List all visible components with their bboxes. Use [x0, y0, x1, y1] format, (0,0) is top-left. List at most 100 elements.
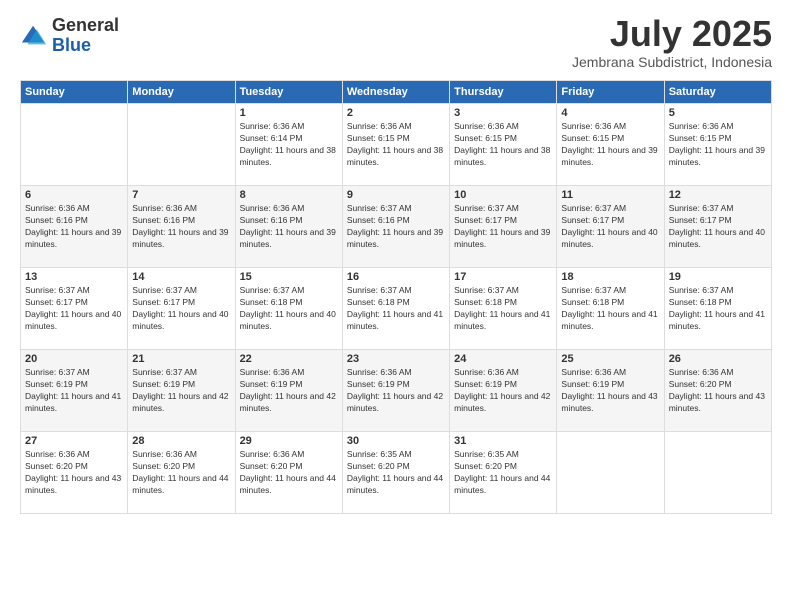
day-info: Sunrise: 6:36 AMSunset: 6:16 PMDaylight:…: [132, 203, 230, 251]
day-number: 29: [240, 435, 338, 447]
day-number: 20: [25, 353, 123, 365]
week-row-3: 20 Sunrise: 6:37 AMSunset: 6:19 PMDayligh…: [21, 350, 772, 432]
day-info: Sunrise: 6:36 AMSunset: 6:20 PMDaylight:…: [25, 449, 123, 497]
week-row-4: 27 Sunrise: 6:36 AMSunset: 6:20 PMDayligh…: [21, 432, 772, 514]
table-row: 8 Sunrise: 6:36 AMSunset: 6:16 PMDaylight…: [235, 186, 342, 268]
title-month: July 2025: [572, 16, 772, 52]
day-info: Sunrise: 6:36 AMSunset: 6:15 PMDaylight:…: [454, 121, 552, 169]
day-info: Sunrise: 6:36 AMSunset: 6:15 PMDaylight:…: [347, 121, 445, 169]
week-row-2: 13 Sunrise: 6:37 AMSunset: 6:17 PMDayligh…: [21, 268, 772, 350]
day-info: Sunrise: 6:37 AMSunset: 6:17 PMDaylight:…: [454, 203, 552, 251]
table-row: 2 Sunrise: 6:36 AMSunset: 6:15 PMDaylight…: [342, 104, 449, 186]
header-wednesday: Wednesday: [342, 81, 449, 104]
page: General Blue July 2025 Jembrana Subdistr…: [0, 0, 792, 612]
day-info: Sunrise: 6:36 AMSunset: 6:16 PMDaylight:…: [240, 203, 338, 251]
day-number: 23: [347, 353, 445, 365]
day-info: Sunrise: 6:36 AMSunset: 6:20 PMDaylight:…: [132, 449, 230, 497]
table-row: 12 Sunrise: 6:37 AMSunset: 6:17 PMDayligh…: [664, 186, 771, 268]
table-row: 10 Sunrise: 6:37 AMSunset: 6:17 PMDayligh…: [450, 186, 557, 268]
table-row: 7Sunrise: 6:36 AMSunset: 6:16 PMDaylight…: [128, 186, 235, 268]
day-info: Sunrise: 6:37 AMSunset: 6:17 PMDaylight:…: [25, 285, 123, 333]
day-info: Sunrise: 6:37 AMSunset: 6:18 PMDaylight:…: [669, 285, 767, 333]
calendar: Sunday Monday Tuesday Wednesday Thursday…: [20, 80, 772, 514]
logo-icon: [20, 22, 48, 50]
table-row: 19 Sunrise: 6:37 AMSunset: 6:18 PMDayligh…: [664, 268, 771, 350]
day-info: Sunrise: 6:36 AMSunset: 6:19 PMDaylight:…: [347, 367, 445, 415]
logo-blue: Blue: [52, 35, 91, 55]
day-number: 1: [240, 107, 338, 119]
table-row: [664, 432, 771, 514]
table-row: 25 Sunrise: 6:36 AMSunset: 6:19 PMDayligh…: [557, 350, 664, 432]
table-row: 11Sunrise: 6:37 AMSunset: 6:17 PMDayligh…: [557, 186, 664, 268]
day-info: Sunrise: 6:37 AMSunset: 6:19 PMDaylight:…: [25, 367, 123, 415]
day-number: 15: [240, 271, 338, 283]
table-row: 13 Sunrise: 6:37 AMSunset: 6:17 PMDayligh…: [21, 268, 128, 350]
day-info: Sunrise: 6:37 AMSunset: 6:18 PMDaylight:…: [240, 285, 338, 333]
week-row-0: 1 Sunrise: 6:36 AMSunset: 6:14 PMDaylight…: [21, 104, 772, 186]
table-row: [128, 104, 235, 186]
day-number: 16: [347, 271, 445, 283]
day-number: 25: [561, 353, 659, 365]
table-row: 1 Sunrise: 6:36 AMSunset: 6:14 PMDaylight…: [235, 104, 342, 186]
header-saturday: Saturday: [664, 81, 771, 104]
table-row: 24Sunrise: 6:36 AMSunset: 6:19 PMDayligh…: [450, 350, 557, 432]
title-location: Jembrana Subdistrict, Indonesia: [572, 54, 772, 70]
day-info: Sunrise: 6:37 AMSunset: 6:18 PMDaylight:…: [454, 285, 552, 333]
header: General Blue July 2025 Jembrana Subdistr…: [20, 16, 772, 70]
weekday-header-row: Sunday Monday Tuesday Wednesday Thursday…: [21, 81, 772, 104]
day-number: 22: [240, 353, 338, 365]
table-row: 9Sunrise: 6:37 AMSunset: 6:16 PMDaylight…: [342, 186, 449, 268]
day-number: 8: [240, 189, 338, 201]
table-row: 16 Sunrise: 6:37 AMSunset: 6:18 PMDayligh…: [342, 268, 449, 350]
day-number: 13: [25, 271, 123, 283]
table-row: 4 Sunrise: 6:36 AMSunset: 6:15 PMDaylight…: [557, 104, 664, 186]
day-info: Sunrise: 6:36 AMSunset: 6:20 PMDaylight:…: [669, 367, 767, 415]
day-info: Sunrise: 6:37 AMSunset: 6:17 PMDaylight:…: [669, 203, 767, 251]
day-info: Sunrise: 6:37 AMSunset: 6:17 PMDaylight:…: [132, 285, 230, 333]
table-row: 22 Sunrise: 6:36 AMSunset: 6:19 PMDayligh…: [235, 350, 342, 432]
day-number: 28: [132, 435, 230, 447]
day-info: Sunrise: 6:36 AMSunset: 6:19 PMDaylight:…: [240, 367, 338, 415]
day-number: 14: [132, 271, 230, 283]
day-number: 24: [454, 353, 552, 365]
day-number: 4: [561, 107, 659, 119]
day-number: 30: [347, 435, 445, 447]
day-number: 21: [132, 353, 230, 365]
table-row: 31 Sunrise: 6:35 AMSunset: 6:20 PMDayligh…: [450, 432, 557, 514]
table-row: 3Sunrise: 6:36 AMSunset: 6:15 PMDaylight…: [450, 104, 557, 186]
day-number: 31: [454, 435, 552, 447]
day-number: 12: [669, 189, 767, 201]
day-info: Sunrise: 6:37 AMSunset: 6:18 PMDaylight:…: [561, 285, 659, 333]
day-number: 9: [347, 189, 445, 201]
table-row: 27 Sunrise: 6:36 AMSunset: 6:20 PMDayligh…: [21, 432, 128, 514]
day-info: Sunrise: 6:36 AMSunset: 6:14 PMDaylight:…: [240, 121, 338, 169]
day-number: 10: [454, 189, 552, 201]
day-info: Sunrise: 6:36 AMSunset: 6:16 PMDaylight:…: [25, 203, 123, 251]
day-info: Sunrise: 6:35 AMSunset: 6:20 PMDaylight:…: [347, 449, 445, 497]
day-info: Sunrise: 6:36 AMSunset: 6:19 PMDaylight:…: [561, 367, 659, 415]
logo-general: General: [52, 15, 119, 35]
day-number: 2: [347, 107, 445, 119]
table-row: 28 Sunrise: 6:36 AMSunset: 6:20 PMDayligh…: [128, 432, 235, 514]
header-tuesday: Tuesday: [235, 81, 342, 104]
day-info: Sunrise: 6:37 AMSunset: 6:18 PMDaylight:…: [347, 285, 445, 333]
table-row: 6Sunrise: 6:36 AMSunset: 6:16 PMDaylight…: [21, 186, 128, 268]
table-row: 23 Sunrise: 6:36 AMSunset: 6:19 PMDayligh…: [342, 350, 449, 432]
day-number: 19: [669, 271, 767, 283]
header-sunday: Sunday: [21, 81, 128, 104]
day-number: 5: [669, 107, 767, 119]
day-number: 26: [669, 353, 767, 365]
day-number: 27: [25, 435, 123, 447]
table-row: [21, 104, 128, 186]
day-info: Sunrise: 6:36 AMSunset: 6:20 PMDaylight:…: [240, 449, 338, 497]
day-info: Sunrise: 6:36 AMSunset: 6:15 PMDaylight:…: [561, 121, 659, 169]
day-number: 17: [454, 271, 552, 283]
table-row: [557, 432, 664, 514]
week-row-1: 6Sunrise: 6:36 AMSunset: 6:16 PMDaylight…: [21, 186, 772, 268]
day-info: Sunrise: 6:35 AMSunset: 6:20 PMDaylight:…: [454, 449, 552, 497]
header-monday: Monday: [128, 81, 235, 104]
day-info: Sunrise: 6:37 AMSunset: 6:17 PMDaylight:…: [561, 203, 659, 251]
table-row: 30 Sunrise: 6:35 AMSunset: 6:20 PMDayligh…: [342, 432, 449, 514]
table-row: 18Sunrise: 6:37 AMSunset: 6:18 PMDayligh…: [557, 268, 664, 350]
logo: General Blue: [20, 16, 119, 56]
